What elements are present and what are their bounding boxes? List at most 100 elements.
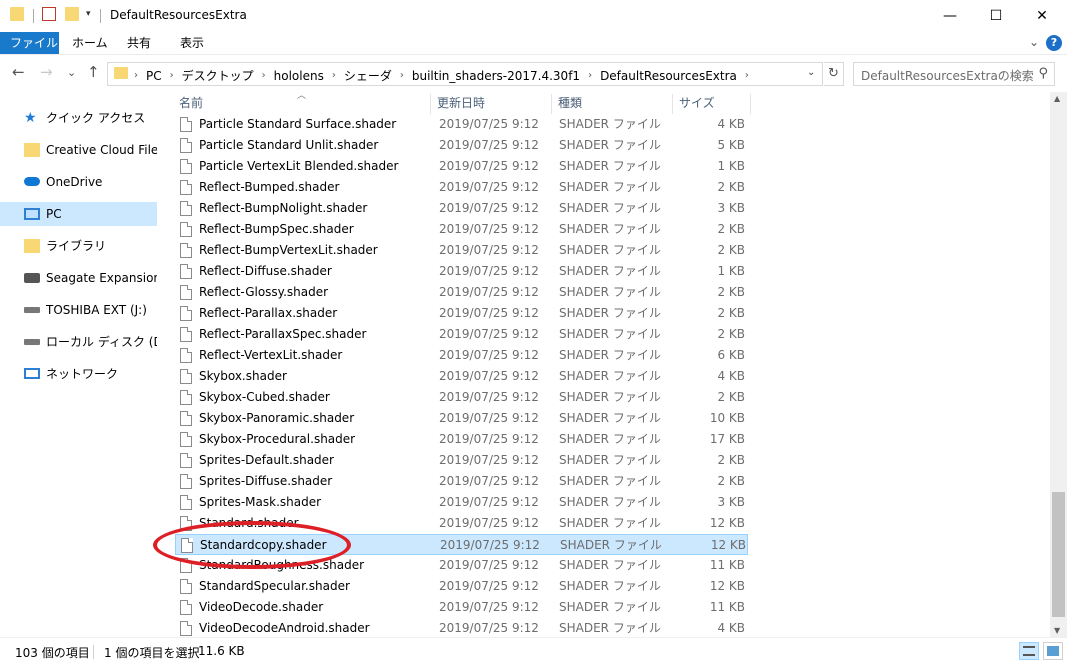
chevron-right-icon[interactable]: › — [262, 70, 266, 81]
back-arrow-icon[interactable]: ← — [12, 63, 25, 81]
scroll-down-icon[interactable]: ▼ — [1054, 626, 1060, 635]
up-arrow-icon[interactable]: ↑ — [87, 63, 100, 81]
file-row[interactable]: Reflect-BumpVertexLit.shader 2019/07/25 9… — [175, 240, 748, 261]
tab-view[interactable]: 表示 — [168, 32, 216, 54]
refresh-button[interactable]: ↻ — [824, 62, 844, 86]
nav-item-seagate[interactable]: Seagate Expansion Dr — [0, 266, 157, 290]
breadcrumb-pc[interactable]: PC — [146, 69, 162, 83]
file-size: 1 KB — [717, 264, 745, 278]
chevron-down-icon[interactable]: ⌄ — [807, 67, 815, 78]
file-size: 2 KB — [717, 180, 745, 194]
file-row[interactable]: StandardRoughness.shader 2019/07/25 9:12 S… — [175, 555, 748, 576]
chevron-right-icon[interactable]: › — [745, 70, 749, 81]
search-input[interactable]: DefaultResourcesExtraの検索 — [861, 67, 1034, 84]
chevron-right-icon[interactable]: › — [588, 70, 592, 81]
search-box[interactable]: DefaultResourcesExtraの検索 ⚲ — [853, 62, 1055, 86]
file-name: Skybox-Panoramic.shader — [199, 411, 355, 425]
nav-item-pc[interactable]: PC — [0, 202, 157, 226]
minimize-button[interactable]: — — [927, 0, 973, 32]
file-row[interactable]: Reflect-VertexLit.shader 2019/07/25 9:12 S… — [175, 345, 748, 366]
file-type: SHADER ファイル — [559, 558, 661, 572]
vertical-scrollbar[interactable]: ▲ ▼ — [1050, 92, 1067, 637]
address-bar[interactable]: › PC › デスクトップ › hololens › シェーダ › builti… — [107, 62, 823, 86]
file-size: 1 KB — [717, 159, 745, 173]
large-icons-view-button[interactable] — [1043, 642, 1063, 660]
chevron-right-icon[interactable]: › — [332, 70, 336, 81]
column-header-date[interactable]: 更新日時 — [431, 92, 551, 114]
file-type: SHADER ファイル — [559, 348, 661, 362]
file-row[interactable]: Reflect-BumpNolight.shader 2019/07/25 9:1… — [175, 198, 748, 219]
file-icon — [180, 285, 192, 300]
tab-share[interactable]: 共有 — [115, 32, 163, 54]
breadcrumb-hololens[interactable]: hololens — [274, 69, 324, 83]
file-size: 2 KB — [717, 390, 745, 404]
chevron-right-icon[interactable]: › — [400, 70, 404, 81]
file-row[interactable]: VideoDecode.shader 2019/07/25 9:12 SHADER … — [175, 597, 748, 618]
file-size: 12 KB — [709, 579, 745, 593]
file-row[interactable]: Standard.shader 2019/07/25 9:12 SHADER ファイ… — [175, 513, 748, 534]
file-row[interactable]: Reflect-Glossy.shader 2019/07/25 9:12 SHAD… — [175, 282, 748, 303]
chevron-down-icon[interactable]: ⌄ — [1029, 35, 1039, 49]
file-row[interactable]: Reflect-Parallax.shader 2019/07/25 9:12 SH… — [175, 303, 748, 324]
properties-checklist-icon[interactable] — [42, 7, 56, 21]
column-header-size[interactable]: サイズ — [673, 92, 750, 114]
new-folder-icon[interactable] — [65, 7, 79, 21]
help-icon[interactable]: ? — [1046, 35, 1062, 51]
breadcrumb-current-folder[interactable]: DefaultResourcesExtra — [600, 69, 737, 83]
file-row[interactable]: Skybox-Procedural.shader 2019/07/25 9:12 S… — [175, 429, 748, 450]
nav-item-quick-access[interactable]: ★ クイック アクセス — [0, 106, 157, 130]
column-divider[interactable] — [750, 94, 751, 114]
search-icon[interactable]: ⚲ — [1038, 66, 1048, 81]
tab-file[interactable]: ファイル — [0, 32, 59, 54]
file-icon — [180, 558, 192, 573]
nav-item-creative-cloud[interactable]: Creative Cloud Files — [0, 138, 157, 162]
file-icon — [180, 117, 192, 132]
breadcrumb-builtin-shaders[interactable]: builtin_shaders-2017.4.30f1 — [412, 69, 580, 83]
nav-item-toshiba[interactable]: TOSHIBA EXT (J:) — [0, 298, 157, 322]
maximize-button[interactable]: ☐ — [973, 0, 1019, 32]
forward-arrow-icon[interactable]: → — [40, 63, 53, 81]
file-row[interactable]: Skybox-Panoramic.shader 2019/07/25 9:12 SH… — [175, 408, 748, 429]
nav-item-network[interactable]: ネットワーク — [0, 362, 157, 386]
file-row[interactable]: Sprites-Default.shader 2019/07/25 9:12 SHA… — [175, 450, 748, 471]
tab-home[interactable]: ホーム — [60, 32, 120, 54]
scrollbar-thumb[interactable] — [1052, 492, 1065, 617]
ribbon-tabs: ファイル ホーム 共有 表示 ⌄ ? — [0, 32, 1067, 54]
file-row[interactable]: VideoDecodeAndroid.shader 2019/07/25 9:12… — [175, 618, 748, 637]
recent-locations-icon[interactable]: ⌄ — [67, 66, 76, 79]
breadcrumb-desktop[interactable]: デスクトップ — [182, 67, 254, 84]
file-date: 2019/07/25 9:12 — [439, 159, 539, 173]
chevron-right-icon: › — [134, 70, 138, 81]
file-date: 2019/07/25 9:12 — [439, 411, 539, 425]
breadcrumb-shader[interactable]: シェーダ — [344, 67, 392, 84]
file-row[interactable]: Particle Standard Surface.shader 2019/07/… — [175, 114, 748, 135]
nav-item-library[interactable]: ライブラリ — [0, 234, 157, 258]
file-size: 11 KB — [709, 600, 745, 614]
nav-item-onedrive[interactable]: OneDrive — [0, 170, 157, 194]
file-size: 2 KB — [717, 306, 745, 320]
file-row[interactable]: Reflect-Diffuse.shader 2019/07/25 9:12 SHA… — [175, 261, 748, 282]
file-name: Reflect-BumpNolight.shader — [199, 201, 368, 215]
scroll-up-icon[interactable]: ▲ — [1054, 94, 1060, 103]
column-header-name[interactable]: 名前 — [173, 92, 428, 114]
file-row[interactable]: Sprites-Diffuse.shader 2019/07/25 9:12 SHA… — [175, 471, 748, 492]
file-row[interactable]: Particle Standard Unlit.shader 2019/07/25… — [175, 135, 748, 156]
file-row[interactable]: Particle VertexLit Blended.shader 2019/07… — [175, 156, 748, 177]
nav-item-local-disk[interactable]: ローカル ディスク (D:) — [0, 330, 157, 354]
column-header-type[interactable]: 種類 — [552, 92, 672, 114]
file-row[interactable]: Reflect-Bumped.shader 2019/07/25 9:12 SHAD… — [175, 177, 748, 198]
chevron-right-icon[interactable]: › — [170, 70, 174, 81]
quick-access-toolbar-dropdown-icon[interactable]: ▾ — [86, 9, 91, 29]
file-row[interactable]: Skybox-Cubed.shader 2019/07/25 9:12 SHADER… — [175, 387, 748, 408]
details-view-button[interactable] — [1019, 642, 1039, 660]
file-row[interactable]: Reflect-ParallaxSpec.shader 2019/07/25 9:… — [175, 324, 748, 345]
drive-icon — [24, 307, 40, 313]
file-row[interactable]: Reflect-BumpSpec.shader 2019/07/25 9:12 SH… — [175, 219, 748, 240]
file-icon — [181, 538, 193, 553]
file-row[interactable]: Standardcopy.shader 2019/07/25 9:12 SHADER… — [175, 534, 748, 555]
file-row[interactable]: Sprites-Mask.shader 2019/07/25 9:12 SHADER… — [175, 492, 748, 513]
close-button[interactable]: ✕ — [1019, 0, 1065, 32]
file-row[interactable]: StandardSpecular.shader 2019/07/25 9:12 SH… — [175, 576, 748, 597]
file-icon — [180, 516, 192, 531]
file-row[interactable]: Skybox.shader 2019/07/25 9:12 SHADER ファイル 4… — [175, 366, 748, 387]
